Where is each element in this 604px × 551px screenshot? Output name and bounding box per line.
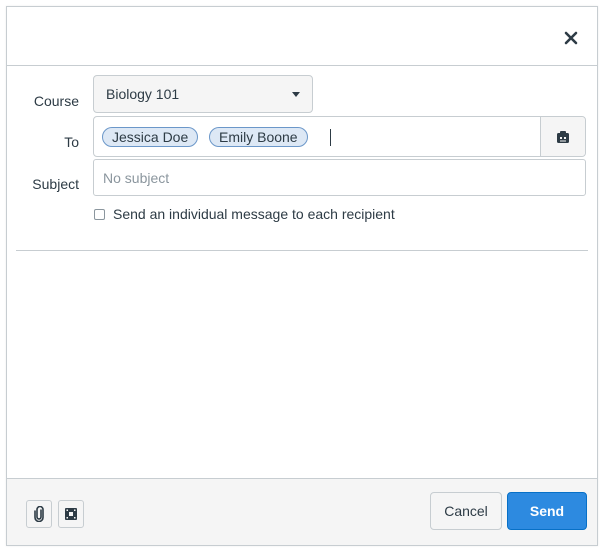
send-button[interactable]: Send xyxy=(507,492,587,530)
attach-file-button[interactable] xyxy=(26,500,52,528)
subject-input[interactable] xyxy=(93,159,586,196)
close-button[interactable] xyxy=(560,27,582,49)
recipient-token[interactable]: Emily Boone xyxy=(209,127,308,147)
paperclip-icon xyxy=(34,506,44,522)
recipient-token-label: Emily Boone xyxy=(219,129,298,145)
course-select[interactable]: Biology 101 xyxy=(93,75,313,113)
individual-message-label: Send an individual message to each recip… xyxy=(113,206,395,222)
dialog-footer: Cancel Send xyxy=(7,478,597,545)
close-icon xyxy=(564,31,578,45)
recipient-token-label: Jessica Doe xyxy=(112,129,189,145)
message-body-textarea[interactable] xyxy=(16,252,588,478)
course-label: Course xyxy=(33,93,79,109)
caret-down-icon xyxy=(292,92,300,97)
dialog-header xyxy=(7,7,597,66)
recipient-token[interactable]: Jessica Doe xyxy=(102,127,199,147)
recipients-field[interactable]: Jessica Doe Emily Boone xyxy=(93,116,586,157)
address-book-icon xyxy=(557,130,569,143)
individual-message-checkbox[interactable] xyxy=(94,209,105,220)
to-label: To xyxy=(64,134,79,150)
record-media-button[interactable] xyxy=(58,500,84,528)
compose-message-dialog: Course Biology 101 To Jessica Doe Emily … xyxy=(6,6,598,546)
text-cursor xyxy=(330,129,331,146)
media-icon xyxy=(65,508,77,520)
compose-form: Course Biology 101 To Jessica Doe Emily … xyxy=(16,67,588,251)
subject-label: Subject xyxy=(32,176,79,192)
cancel-button[interactable]: Cancel xyxy=(430,492,502,530)
address-book-button[interactable] xyxy=(540,117,585,156)
course-select-value: Biology 101 xyxy=(106,86,180,102)
